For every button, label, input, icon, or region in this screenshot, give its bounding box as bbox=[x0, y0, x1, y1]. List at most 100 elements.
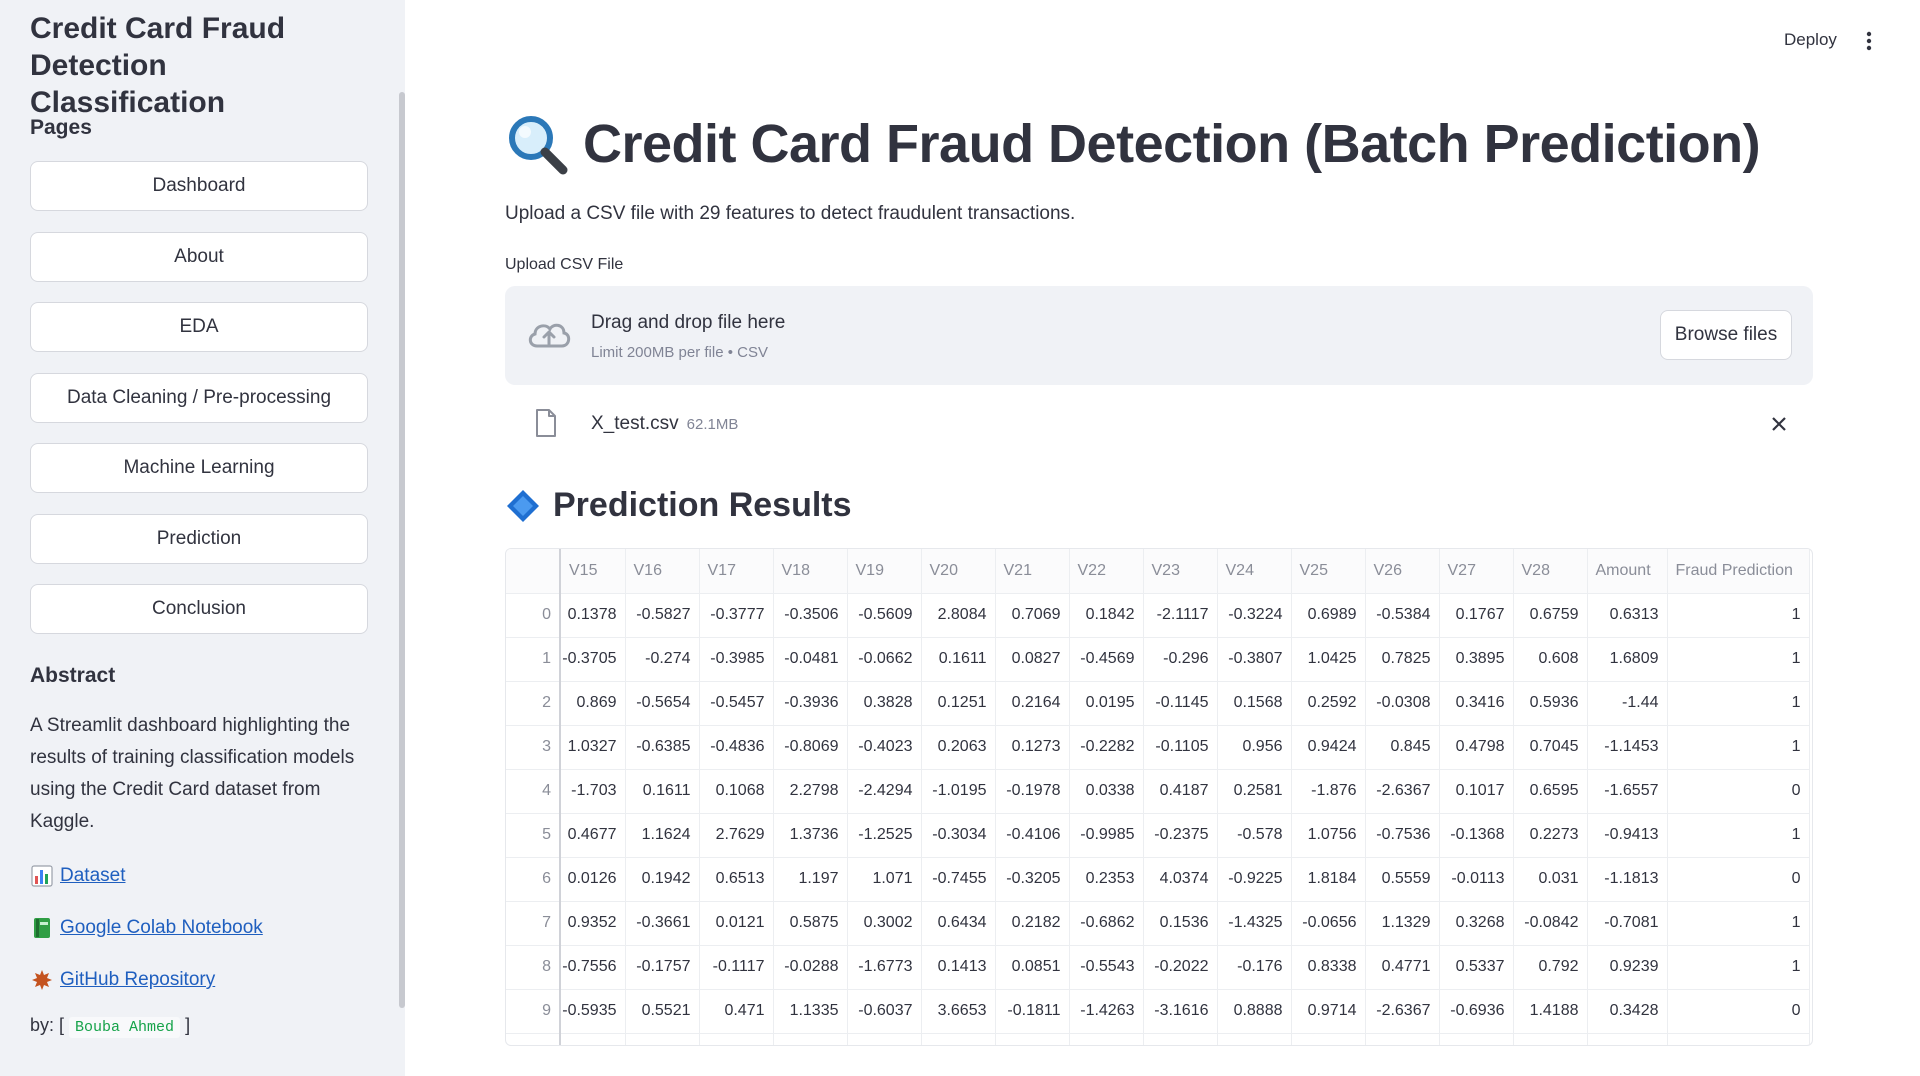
table-cell[interactable]: -0.1145 bbox=[1143, 681, 1218, 726]
table-cell[interactable]: 0.792 bbox=[1513, 945, 1588, 990]
table-cell[interactable]: 0.471 bbox=[699, 989, 774, 1034]
table-cell[interactable]: 0.1251 bbox=[921, 681, 996, 726]
table-cell[interactable]: -0.0481 bbox=[773, 637, 848, 682]
nav-button-prediction[interactable]: Prediction bbox=[30, 514, 368, 564]
table-cell[interactable]: -0.5457 bbox=[699, 681, 774, 726]
table-row[interactable]: 5 0.4677 1.1624 2.7629 1.3736 -1.2525 -0.3034-… bbox=[506, 813, 1810, 858]
table-cell[interactable]: 0.9714 bbox=[1291, 989, 1366, 1034]
table-cell[interactable]: -0.5654 bbox=[625, 681, 700, 726]
table-cell[interactable]: 0.031 bbox=[1513, 857, 1588, 902]
table-cell[interactable]: 0.956 bbox=[1217, 725, 1292, 770]
table-cell[interactable]: 0 bbox=[1667, 989, 1810, 1034]
table-cell[interactable]: 1.3736 bbox=[773, 813, 848, 858]
column-header[interactable]: V27 bbox=[1439, 549, 1514, 594]
table-cell[interactable]: -0.0842 bbox=[1513, 901, 1588, 946]
table-cell[interactable]: -2.6367 bbox=[1365, 989, 1440, 1034]
table-cell[interactable]: 0.845 bbox=[1365, 725, 1440, 770]
column-header[interactable]: V17 bbox=[699, 549, 774, 594]
table-cell[interactable]: -1.703 bbox=[560, 769, 626, 814]
table-cell[interactable]: 1 bbox=[1667, 945, 1810, 990]
table-cell[interactable]: -0.6385 bbox=[625, 725, 700, 770]
table-cell[interactable]: 0.2273 bbox=[1513, 813, 1588, 858]
table-cell[interactable]: 0.3895 bbox=[1439, 637, 1514, 682]
table-cell[interactable]: 1.6809 bbox=[1587, 637, 1668, 682]
table-cell[interactable]: 2.2798 bbox=[773, 769, 848, 814]
table-cell[interactable]: 1.071 bbox=[847, 857, 922, 902]
table-cell[interactable]: -0.6936 bbox=[1439, 989, 1514, 1034]
table-cell[interactable]: 0.4771 bbox=[1365, 945, 1440, 990]
column-header[interactable]: V23 bbox=[1143, 549, 1218, 594]
table-cell[interactable]: 0.2063 bbox=[921, 725, 996, 770]
table-cell[interactable]: 0.1378 bbox=[560, 593, 626, 638]
column-header[interactable]: V16 bbox=[625, 549, 700, 594]
column-header[interactable]: V15 bbox=[560, 549, 626, 594]
table-cell[interactable]: 0.3416 bbox=[1439, 681, 1514, 726]
table-cell[interactable]: -0.9413 bbox=[1587, 813, 1668, 858]
table-cell[interactable]: 0.2182 bbox=[995, 901, 1070, 946]
table-cell[interactable]: -0.5609 bbox=[847, 593, 922, 638]
table-cell[interactable]: 0.1017 bbox=[1439, 769, 1514, 814]
table-cell[interactable]: 0.8338 bbox=[1291, 945, 1366, 990]
table-row[interactable]: 2 0.869 -0.5654 -0.5457 -0.3936 0.3828 0.1251 0… bbox=[506, 681, 1810, 726]
table-cell[interactable]: -0.1757 bbox=[625, 945, 700, 990]
table-cell[interactable]: -0.9225 bbox=[1217, 857, 1292, 902]
column-header[interactable]: V28 bbox=[1513, 549, 1588, 594]
table-cell[interactable]: 1.1624 bbox=[625, 813, 700, 858]
table-cell[interactable]: -0.7556 bbox=[560, 945, 626, 990]
column-header[interactable]: V26 bbox=[1365, 549, 1440, 594]
table-row[interactable]: 8 -0.7556 -0.1757 -0.1117 -0.0288 -1.6773 0.14… bbox=[506, 945, 1810, 990]
table-cell[interactable]: 0.608 bbox=[1513, 637, 1588, 682]
table-cell[interactable]: -0.0656 bbox=[1291, 901, 1366, 946]
table-row[interactable]: 0 0.1378 -0.5827 -0.3777 -0.3506 -0.5609 2.808… bbox=[506, 593, 1810, 638]
table-cell[interactable]: 0.6595 bbox=[1513, 769, 1588, 814]
table-cell[interactable]: 0.5936 bbox=[1513, 681, 1588, 726]
table-cell[interactable]: -0.5827 bbox=[625, 593, 700, 638]
table-cell[interactable]: 0.1842 bbox=[1069, 593, 1144, 638]
table-cell[interactable]: 0.6989 bbox=[1291, 593, 1366, 638]
kebab-menu-icon[interactable] bbox=[1866, 30, 1872, 52]
table-row[interactable]: 7 0.9352 -0.3661 0.0121 0.5875 0.3002 0.6434 0.… bbox=[506, 901, 1810, 946]
table-cell[interactable]: -1.0195 bbox=[921, 769, 996, 814]
table-row[interactable]: 9 -0.5935 0.5521 0.471 1.1335 -0.6037 3.6653 -0… bbox=[506, 989, 1810, 1034]
table-row[interactable]: 3 1.0327 -0.6385 -0.4836 -0.8069 -0.4023 0.206… bbox=[506, 725, 1810, 770]
table-cell[interactable]: 0.2592 bbox=[1291, 681, 1366, 726]
table-cell[interactable]: 1 bbox=[1667, 901, 1810, 946]
table-cell[interactable]: -0.578 bbox=[1217, 813, 1292, 858]
table-cell[interactable]: 4.0374 bbox=[1143, 857, 1218, 902]
table-cell[interactable]: 0.0338 bbox=[1069, 769, 1144, 814]
column-header[interactable]: V19 bbox=[847, 549, 922, 594]
table-cell[interactable]: 0.1611 bbox=[625, 769, 700, 814]
table-cell[interactable]: -0.1117 bbox=[699, 945, 774, 990]
table-cell[interactable]: -1.4263 bbox=[1069, 989, 1144, 1034]
table-cell[interactable]: 0.8888 bbox=[1217, 989, 1292, 1034]
table-cell[interactable]: -0.2375 bbox=[1143, 813, 1218, 858]
table-cell[interactable]: -0.2282 bbox=[1069, 725, 1144, 770]
column-header[interactable]: V20 bbox=[921, 549, 996, 594]
table-cell[interactable]: 0.0827 bbox=[995, 637, 1070, 682]
table-cell[interactable]: -1.4325 bbox=[1217, 901, 1292, 946]
table-cell[interactable]: 0.4187 bbox=[1143, 769, 1218, 814]
table-cell[interactable]: -0.6862 bbox=[1069, 901, 1144, 946]
table-cell[interactable]: 0.4677 bbox=[560, 813, 626, 858]
table-cell[interactable]: 2.8084 bbox=[921, 593, 996, 638]
close-icon[interactable] bbox=[1771, 416, 1787, 432]
github-link[interactable]: GitHub Repository bbox=[60, 969, 215, 991]
deploy-button[interactable]: Deploy bbox=[1784, 30, 1837, 50]
table-cell[interactable]: 1 bbox=[1667, 637, 1810, 682]
table-cell[interactable]: -0.8069 bbox=[773, 725, 848, 770]
table-cell[interactable]: -0.3777 bbox=[699, 593, 774, 638]
table-cell[interactable]: 0.3268 bbox=[1439, 901, 1514, 946]
table-cell[interactable]: -0.3705 bbox=[560, 637, 626, 682]
table-cell[interactable]: -0.1368 bbox=[1439, 813, 1514, 858]
colab-link[interactable]: Google Colab Notebook bbox=[60, 917, 263, 939]
table-cell[interactable]: 1 bbox=[1667, 725, 1810, 770]
table-cell[interactable]: 1 bbox=[1667, 813, 1810, 858]
table-cell[interactable]: 0.7069 bbox=[995, 593, 1070, 638]
table-cell[interactable]: 0.9239 bbox=[1587, 945, 1668, 990]
column-header[interactable]: V21 bbox=[995, 549, 1070, 594]
table-cell[interactable]: 3.6653 bbox=[921, 989, 996, 1034]
table-cell[interactable]: 0.6759 bbox=[1513, 593, 1588, 638]
table-cell[interactable]: -0.9985 bbox=[1069, 813, 1144, 858]
column-header[interactable]: Amount bbox=[1587, 549, 1668, 594]
table-cell[interactable]: -0.1811 bbox=[995, 989, 1070, 1034]
